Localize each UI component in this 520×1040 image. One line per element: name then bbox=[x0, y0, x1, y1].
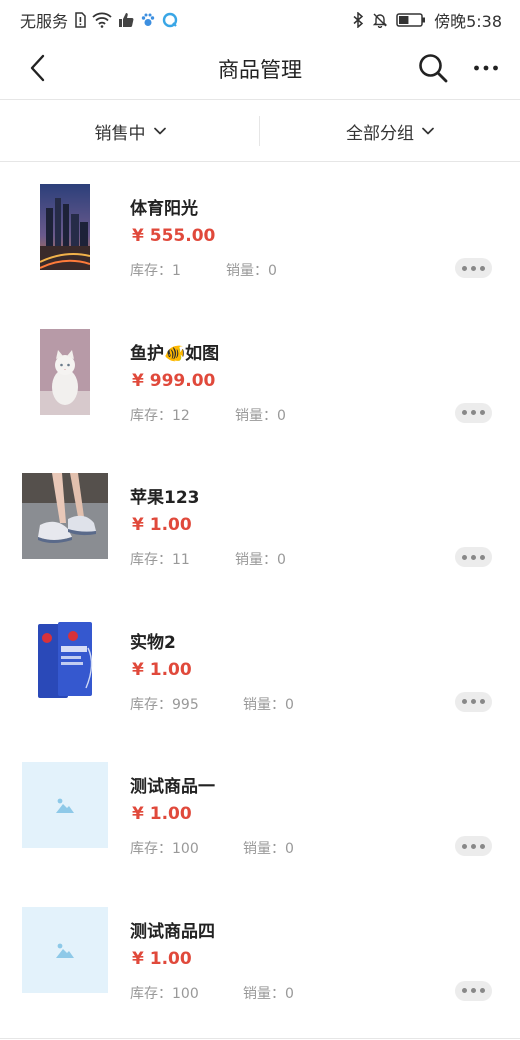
wifi-icon bbox=[92, 12, 112, 28]
product-name: 苹果123 bbox=[130, 488, 200, 508]
mask-pack-photo bbox=[22, 617, 108, 704]
mute-bell-icon bbox=[372, 12, 388, 28]
sim-alert-icon bbox=[74, 12, 86, 28]
battery-icon bbox=[396, 12, 426, 28]
list-bottom-divider bbox=[0, 1038, 520, 1039]
status-bar: 无服务 傍晚5:38 bbox=[0, 0, 520, 36]
product-item[interactable]: 测试商品一 ¥ 1.00 库存：100 销量：0 bbox=[0, 740, 520, 885]
search-icon bbox=[419, 54, 448, 83]
clock-text: 傍晚5:38 bbox=[434, 12, 502, 31]
product-stock: 库存：1 bbox=[130, 263, 181, 279]
product-item[interactable]: 体育阳光 ¥ 555.00 库存：1 销量：0 bbox=[0, 162, 520, 307]
cat-photo bbox=[22, 328, 108, 415]
carrier-text: 无服务 bbox=[20, 12, 69, 31]
placeholder-image bbox=[22, 762, 108, 848]
group-filter-dropdown[interactable]: 全部分组 bbox=[260, 100, 520, 162]
filter-bar: 销售中 全部分组 bbox=[0, 100, 520, 162]
product-name: 实物2 bbox=[130, 632, 176, 653]
city-photo bbox=[22, 184, 108, 270]
product-item[interactable]: 实物2 ¥ 1.00 库存：995 销量：0 bbox=[0, 596, 520, 741]
product-sales: 销量：0 bbox=[243, 985, 294, 1002]
product-sales: 销量：0 bbox=[243, 841, 294, 857]
product-more-button[interactable] bbox=[455, 836, 492, 856]
product-sales: 销量：0 bbox=[235, 552, 286, 568]
product-sales: 销量：0 bbox=[226, 263, 277, 279]
search-button[interactable] bbox=[412, 48, 454, 88]
more-horizontal-icon bbox=[474, 65, 498, 71]
app-header: 商品管理 bbox=[0, 36, 520, 100]
product-more-button[interactable] bbox=[455, 691, 492, 712]
product-more-button[interactable] bbox=[455, 547, 492, 567]
status-filter-dropdown[interactable]: 销售中 bbox=[0, 100, 260, 162]
paw-app-icon bbox=[140, 12, 156, 28]
status-left: 无服务 bbox=[20, 8, 178, 32]
status-right: 傍晚5:38 bbox=[352, 8, 502, 32]
image-placeholder-icon bbox=[56, 943, 74, 958]
product-sales: 销量：0 bbox=[235, 407, 286, 424]
product-name: 鱼护🐠如图 bbox=[130, 343, 220, 364]
product-price: ¥ 555.00 bbox=[132, 226, 216, 246]
browser-app-icon bbox=[162, 12, 178, 28]
bluetooth-icon bbox=[352, 12, 364, 28]
product-more-button[interactable] bbox=[455, 258, 492, 278]
product-stock: 库存：100 bbox=[130, 985, 199, 1002]
more-options-button[interactable] bbox=[466, 48, 506, 88]
chevron-down-icon bbox=[422, 127, 434, 135]
product-name: 体育阳光 bbox=[130, 199, 198, 219]
product-stock: 库存：11 bbox=[130, 552, 190, 568]
product-stock: 库存：100 bbox=[130, 841, 199, 857]
product-stock: 库存：12 bbox=[130, 407, 190, 424]
product-price: ¥ 999.00 bbox=[132, 370, 216, 391]
product-item[interactable]: 苹果123 ¥ 1.00 库存：11 销量：0 bbox=[0, 451, 520, 596]
product-list: 体育阳光 ¥ 555.00 库存：1 销量：0 鱼护🐠如图 ¥ 999.00 库… bbox=[0, 162, 520, 1029]
product-more-button[interactable] bbox=[455, 980, 492, 1001]
product-sales: 销量：0 bbox=[243, 696, 294, 713]
product-price: ¥ 1.00 bbox=[132, 515, 192, 535]
product-name: 测试商品四 bbox=[130, 921, 215, 942]
product-price: ¥ 1.00 bbox=[132, 804, 192, 824]
status-filter-label: 销售中 bbox=[94, 123, 146, 144]
thumbs-up-icon bbox=[118, 12, 134, 28]
product-item[interactable]: 测试商品四 ¥ 1.00 库存：100 销量：0 bbox=[0, 885, 520, 1030]
image-placeholder-icon bbox=[56, 798, 74, 813]
product-stock: 库存：995 bbox=[130, 696, 199, 713]
product-item[interactable]: 鱼护🐠如图 ¥ 999.00 库存：12 销量：0 bbox=[0, 307, 520, 452]
placeholder-image bbox=[22, 906, 108, 993]
group-filter-label: 全部分组 bbox=[346, 123, 414, 144]
product-name: 测试商品一 bbox=[130, 777, 215, 797]
sneaker-photo bbox=[22, 473, 108, 559]
product-price: ¥ 1.00 bbox=[132, 948, 192, 969]
product-more-button[interactable] bbox=[455, 402, 492, 423]
product-price: ¥ 1.00 bbox=[132, 659, 192, 680]
chevron-down-icon bbox=[153, 127, 166, 135]
